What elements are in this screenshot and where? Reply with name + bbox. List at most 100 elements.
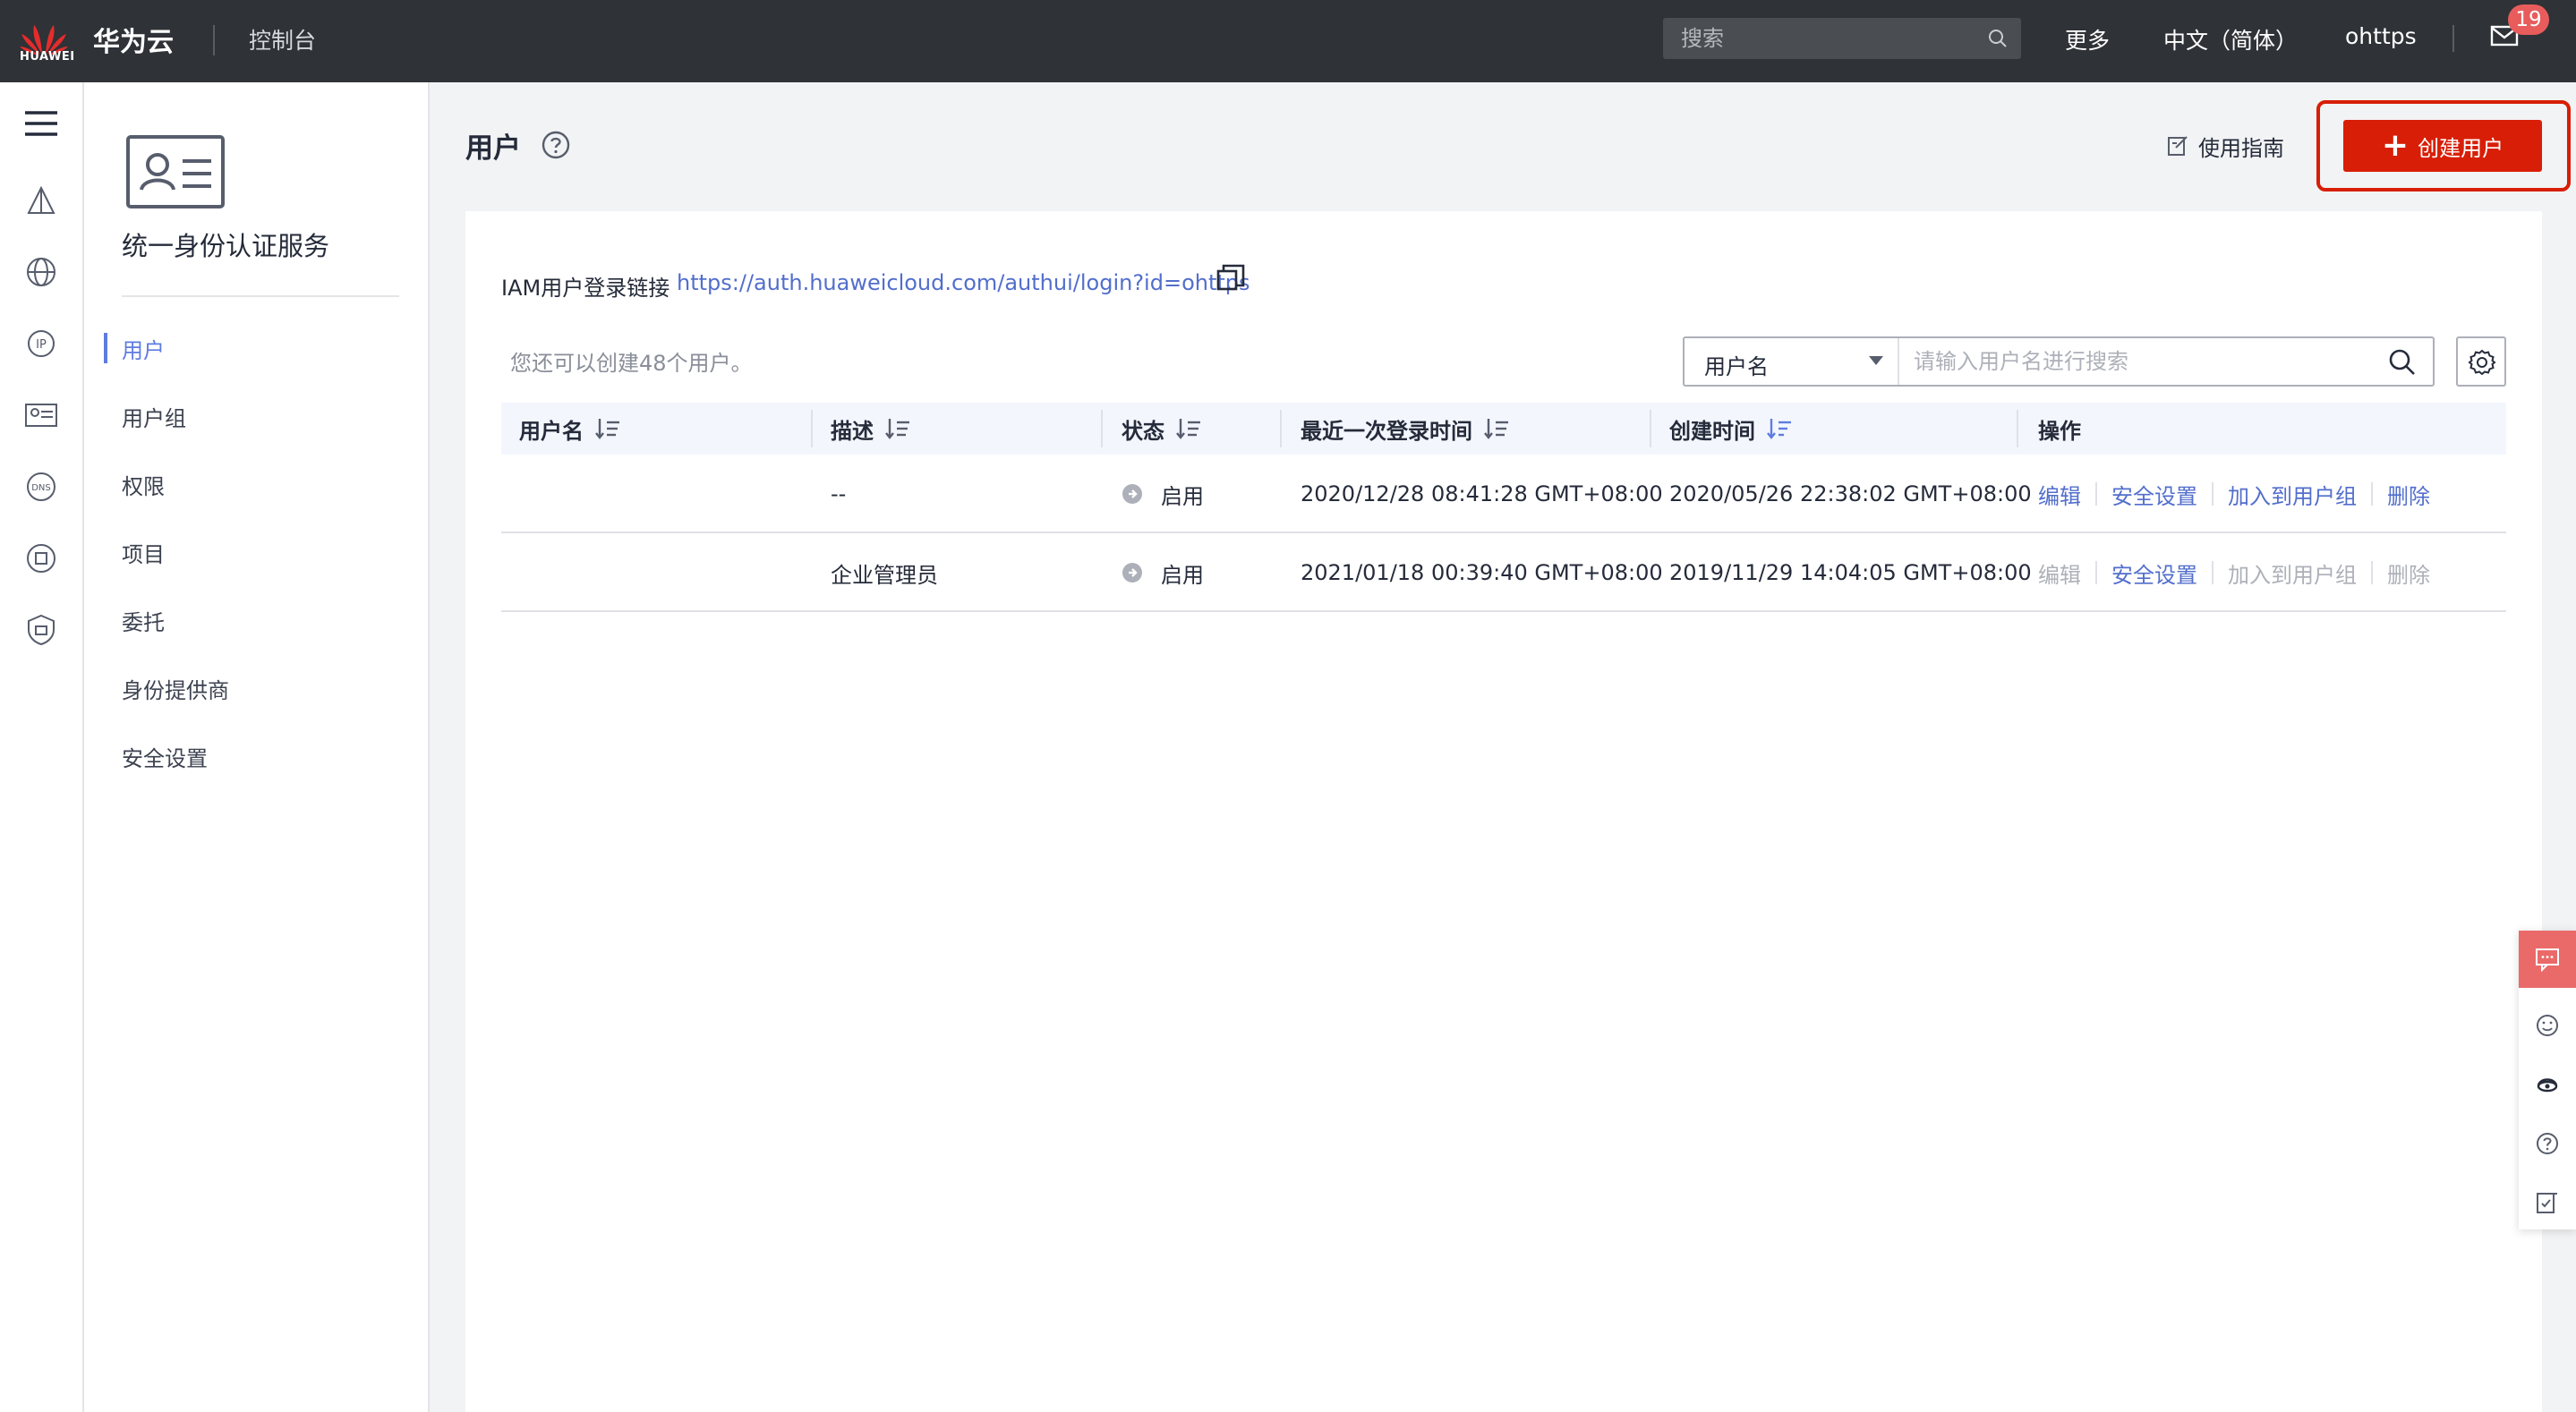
add-to-group-link[interactable]: 加入到用户组 — [2228, 479, 2357, 510]
iam-login-url[interactable]: https://auth.huaweicloud.com/authui/logi… — [677, 270, 1250, 295]
page-title: 用户 — [465, 132, 521, 165]
security-settings-link[interactable]: 安全设置 — [2111, 479, 2197, 510]
copy-icon[interactable] — [1215, 263, 1246, 293]
sort-icon[interactable] — [1483, 417, 1510, 440]
sort-icon[interactable] — [1175, 417, 1202, 440]
user-search-input[interactable] — [1914, 338, 2370, 385]
sidebar-divider — [122, 295, 399, 297]
security-settings-link[interactable]: 安全设置 — [2111, 557, 2197, 589]
language-selector[interactable]: 中文（简体） — [2163, 23, 2298, 55]
gear-icon — [2468, 349, 2496, 376]
user-quota-text: 您还可以创建48个用户。 — [510, 351, 753, 376]
cell-actions: 编辑 安全设置 加入到用户组 删除 — [2038, 533, 2430, 612]
column-label: 最近一次登录时间 — [1301, 418, 1472, 444]
column-header-description[interactable]: 描述 — [831, 403, 911, 455]
menu-icon[interactable] — [23, 106, 59, 141]
sidebar-item-security-settings[interactable]: 安全设置 — [122, 741, 208, 772]
top-navigation-bar: HUAWEI 华为云 控制台 更多 中文（简体） ohttps 19 — [0, 0, 2576, 82]
edit-link[interactable]: 编辑 — [2038, 479, 2081, 510]
sidebar-item-users[interactable]: 用户 — [122, 333, 165, 364]
column-label: 操作 — [2038, 418, 2081, 444]
cell-created: 2020/05/26 22:38:02 GMT+08:00 — [1669, 481, 2032, 506]
sort-icon[interactable] — [884, 417, 911, 440]
cell-last-login: 2021/01/18 00:39:40 GMT+08:00 — [1301, 560, 1663, 585]
sort-desc-active-icon[interactable] — [1766, 417, 1793, 440]
column-header-last-login[interactable]: 最近一次登录时间 — [1301, 403, 1510, 455]
global-search-input[interactable] — [1681, 18, 1976, 59]
brand-wordmark: HUAWEI — [20, 50, 75, 64]
shield-icon[interactable] — [23, 612, 59, 648]
sail-icon[interactable] — [23, 184, 59, 220]
add-to-group-link-disabled: 加入到用户组 — [2228, 562, 2357, 588]
table-row: 企业管理员 启用 2021/01/18 00:39:40 GMT+08:00 2… — [501, 533, 2506, 612]
plus-icon: + — [2381, 127, 2410, 164]
column-label: 状态 — [1122, 418, 1164, 444]
svg-text:DNS: DNS — [31, 483, 51, 493]
search-icon[interactable] — [2388, 348, 2417, 377]
filter-field-select[interactable]: 用户名 — [1685, 338, 1899, 385]
user-guide-link[interactable]: 使用指南 — [2166, 131, 2284, 161]
service-sidebar: 统一身份认证服务 用户 用户组 权限 项目 委托 身份提供商 安全设置 — [84, 82, 430, 1412]
delete-link-disabled: 删除 — [2387, 562, 2430, 588]
support-headset-icon[interactable] — [2535, 1072, 2560, 1097]
column-header-created[interactable]: 创建时间 — [1669, 403, 1793, 455]
iam-login-label: IAM用户登录链接 — [501, 276, 670, 301]
status-enabled-icon — [1122, 563, 1142, 583]
action-divider — [2212, 482, 2213, 506]
network-icon[interactable] — [23, 540, 59, 576]
account-menu[interactable]: ohttps — [2345, 23, 2417, 49]
sort-icon[interactable] — [594, 417, 621, 440]
survey-icon[interactable] — [2535, 1190, 2560, 1215]
cell-description: 企业管理员 — [831, 562, 938, 588]
cell-last-login: 2020/12/28 08:41:28 GMT+08:00 — [1301, 481, 1663, 506]
dns-icon[interactable]: DNS — [23, 469, 59, 505]
cell-actions: 编辑 安全设置 加入到用户组 删除 — [2038, 455, 2430, 533]
topbar-divider — [213, 25, 215, 55]
active-nav-indicator — [104, 333, 107, 363]
sidebar-item-permissions[interactable]: 权限 — [122, 469, 165, 500]
ip-icon[interactable]: IP — [23, 326, 59, 362]
id-card-icon[interactable] — [23, 397, 59, 433]
help-icon[interactable] — [541, 130, 571, 160]
identity-card-icon — [126, 135, 225, 208]
sidebar-item-projects[interactable]: 项目 — [122, 537, 165, 568]
column-divider — [1650, 410, 1651, 447]
search-icon[interactable] — [1987, 28, 2009, 49]
column-header-actions: 操作 — [2038, 403, 2081, 455]
users-table: 用户名 描述 状态 最近一次登录时间 创建时间 操作 -- 启用 2020/12… — [501, 403, 2506, 612]
globe-icon[interactable] — [23, 254, 59, 290]
table-header: 用户名 描述 状态 最近一次登录时间 创建时间 操作 — [501, 403, 2506, 455]
feedback-smile-icon[interactable] — [2535, 1013, 2560, 1038]
edit-link-disabled: 编辑 — [2038, 562, 2081, 588]
status-enabled-icon — [1122, 484, 1142, 504]
create-user-button[interactable]: + 创建用户 — [2343, 120, 2542, 172]
column-header-username[interactable]: 用户名 — [519, 403, 621, 455]
action-divider — [2212, 561, 2213, 584]
sidebar-item-agencies[interactable]: 委托 — [122, 605, 165, 636]
svg-text:IP: IP — [36, 338, 47, 352]
chat-button[interactable] — [2519, 931, 2576, 988]
sidebar-item-user-groups[interactable]: 用户组 — [122, 401, 186, 432]
global-search[interactable] — [1663, 18, 2021, 59]
action-divider — [2371, 561, 2373, 584]
cell-description: -- — [831, 481, 847, 506]
cell-status: 启用 — [1122, 533, 1204, 612]
user-guide-label: 使用指南 — [2198, 135, 2284, 161]
help-icon[interactable] — [2535, 1131, 2560, 1156]
brand-name[interactable]: 华为云 — [93, 20, 174, 59]
column-divider — [1101, 410, 1103, 447]
table-settings-button[interactable] — [2456, 336, 2506, 387]
service-title: 统一身份认证服务 — [122, 231, 330, 261]
column-divider — [1280, 410, 1282, 447]
delete-link[interactable]: 删除 — [2387, 479, 2430, 510]
service-icon-rail: IP DNS — [0, 82, 84, 1412]
action-divider — [2095, 482, 2097, 506]
user-search-filter: 用户名 — [1683, 336, 2435, 387]
chat-icon — [2536, 948, 2559, 972]
console-link[interactable]: 控制台 — [249, 23, 316, 55]
sidebar-item-identity-providers[interactable]: 身份提供商 — [122, 673, 229, 704]
cell-created: 2019/11/29 14:04:05 GMT+08:00 — [1669, 560, 2032, 585]
edit-note-icon — [2168, 136, 2188, 156]
column-header-status[interactable]: 状态 — [1122, 403, 1202, 455]
more-menu[interactable]: 更多 — [2065, 23, 2110, 55]
